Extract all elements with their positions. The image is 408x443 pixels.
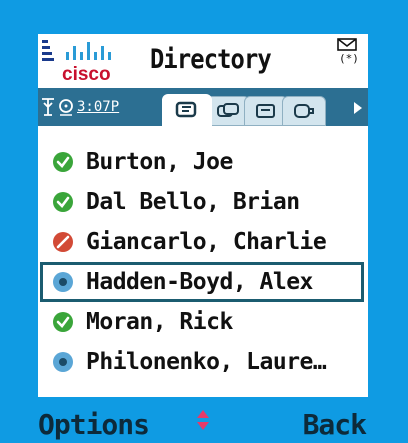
svg-text:cisco: cisco [62,64,111,84]
contact-name: Giancarlo, Charlie [86,229,327,255]
list-item[interactable]: Moran, Rick [40,302,364,342]
away-icon [53,272,73,292]
contact-name: Burton, Joe [86,149,233,175]
list-item[interactable]: Philonenko, Laure… [40,342,364,382]
mail-icon: (*) [337,38,358,64]
antenna-icon [42,98,54,116]
available-icon [53,312,73,332]
nav-up-down-icon [197,410,209,430]
list-item[interactable]: Dal Bello, Brian [40,182,364,222]
call-tab-icon [294,104,314,118]
tab-call[interactable] [282,96,326,126]
clock-icon [59,99,73,116]
available-icon [53,152,73,172]
svg-text:(*): (*) [339,52,358,64]
list-item[interactable]: Burton, Joe [40,142,364,182]
options-softkey[interactable]: Options [38,408,150,441]
phone-screen: cisco Directory (*) 3:07P Burton, Joe Da… [38,34,368,443]
page-title: Directory [150,44,272,75]
softkey-bar: Options Back [38,397,368,443]
contact-name: Dal Bello, Brian [86,189,300,215]
directory-tab-icon [175,101,197,118]
tabs [162,94,326,126]
tab-scroll-right-icon[interactable] [354,102,362,114]
busy-icon [53,232,73,252]
contact-name: Philonenko, Laure… [86,349,327,375]
back-softkey[interactable]: Back [303,408,367,441]
tab-directory[interactable] [162,94,212,126]
available-icon [53,192,73,212]
contact-name: Moran, Rick [86,309,233,335]
list-item[interactable]: Giancarlo, Charlie [40,222,364,262]
tab-bar: 3:07P [38,88,368,126]
cisco-logo: cisco [42,40,111,84]
app-header: cisco Directory (*) [38,34,368,88]
messages-tab-icon [256,104,275,118]
contacts-tab-icon [217,103,239,117]
contact-list: Burton, Joe Dal Bello, Brian Giancarlo, … [38,142,368,382]
list-item-selected[interactable]: Hadden-Boyd, Alex [40,262,364,302]
clock-time: 3:07P [77,99,120,115]
away-icon [53,352,73,372]
status-area: 3:07P [41,96,119,118]
contact-name: Hadden-Boyd, Alex [86,269,313,295]
